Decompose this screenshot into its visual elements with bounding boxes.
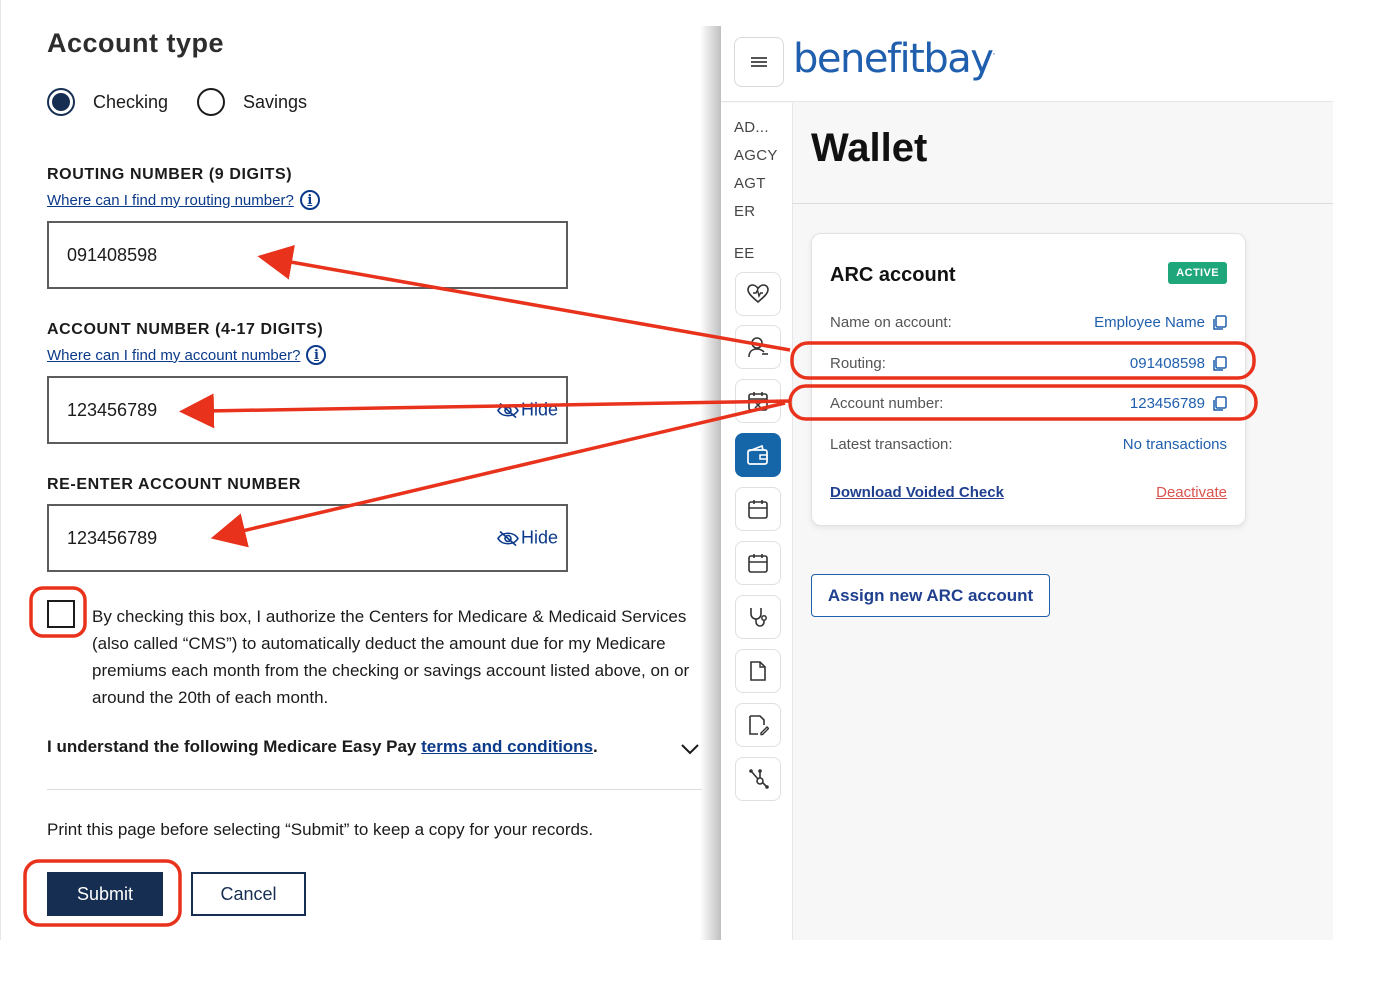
account-hide-toggle[interactable]: Hide — [497, 400, 558, 421]
nav-wallet[interactable] — [735, 433, 781, 477]
copy-icon[interactable] — [1213, 314, 1227, 331]
account-number-value: 123456789 — [67, 399, 158, 420]
heart-icon — [747, 284, 769, 304]
medicare-form-panel: Account type Checking Savings ROUTING NU… — [0, 0, 720, 940]
nav-heart[interactable] — [735, 272, 781, 316]
account-number-input[interactable]: 123456789 Hide — [47, 376, 568, 444]
checking-radio[interactable] — [47, 88, 75, 116]
routing-number-value: 091408598 — [67, 244, 158, 265]
benefitbay-panel: benefitbay· AD... AGCY AGT ER EE Wallet … — [721, 26, 1333, 940]
nav-item-agcy[interactable]: AGCY — [734, 147, 778, 164]
account-help-link[interactable]: Where can I find my account number? i — [47, 345, 327, 365]
document-edit-icon — [749, 715, 769, 736]
account-type-heading: Account type — [47, 28, 225, 58]
reenter-account-value: 123456789 — [67, 527, 158, 548]
brand-name: benefitbay — [793, 36, 994, 82]
nav-hub[interactable] — [735, 757, 781, 801]
card-row-routing: Routing: 091408598 — [830, 355, 1227, 372]
checking-label: Checking — [93, 91, 169, 112]
reenter-account-label: RE-ENTER ACCOUNT NUMBER — [47, 476, 302, 493]
nav-calendar-x[interactable] — [735, 379, 781, 423]
card-row-value: 123456789 — [1130, 395, 1227, 412]
card-title: ARC account — [830, 264, 956, 286]
nav-calendar-2[interactable] — [735, 541, 781, 585]
nav-user[interactable] — [735, 325, 781, 369]
print-note: Print this page before selecting “Submit… — [47, 820, 594, 839]
panel-shadow — [700, 26, 721, 940]
terms-link[interactable]: terms and conditions — [421, 737, 593, 756]
divider — [47, 789, 702, 790]
name-value: Employee Name — [1094, 314, 1205, 331]
assign-arc-account-button[interactable]: Assign new ARC account — [811, 574, 1050, 617]
routing-value: 091408598 — [1129, 355, 1205, 372]
card-row-transaction: Latest transaction: No transactions — [830, 436, 1227, 453]
reenter-hide-label: Hide — [520, 527, 558, 548]
checking-option[interactable]: Checking — [47, 88, 168, 116]
wallet-icon — [747, 444, 768, 465]
stethoscope-icon — [750, 608, 767, 627]
savings-option[interactable]: Savings — [197, 88, 307, 116]
download-voided-check-link[interactable]: Download Voided Check — [830, 484, 1004, 501]
brand-logo: benefitbay· — [793, 36, 995, 82]
card-row-key: Name on account: — [830, 314, 952, 331]
document-icon — [750, 661, 766, 681]
eye-slash-icon — [497, 530, 519, 546]
nav-item-er[interactable]: ER — [734, 203, 755, 220]
account-value: 123456789 — [1129, 395, 1205, 412]
card-row-value: No transactions — [1122, 436, 1227, 453]
cancel-button[interactable]: Cancel — [191, 872, 306, 916]
routing-help-text: Where can I find my routing number? — [47, 191, 294, 209]
routing-help-link[interactable]: Where can I find my routing number? i — [47, 190, 320, 210]
info-icon: i — [306, 345, 327, 365]
account-number-label: ACCOUNT NUMBER (4-17 DIGITS) — [47, 321, 324, 338]
card-row-value: 091408598 — [1130, 355, 1227, 372]
title-divider — [793, 203, 1333, 204]
card-row-name: Name on account: Employee Name — [830, 314, 1227, 331]
nav-item-ad[interactable]: AD... — [734, 119, 769, 136]
savings-label: Savings — [243, 91, 308, 112]
hamburger-menu-icon[interactable] — [734, 37, 784, 87]
info-icon: i — [299, 190, 320, 210]
card-row-key: Latest transaction: — [830, 436, 953, 453]
card-row-key: Routing: — [830, 355, 886, 372]
nav-document-edit[interactable] — [735, 703, 781, 747]
hub-icon — [749, 769, 769, 789]
top-bar: benefitbay· — [721, 26, 1333, 102]
deactivate-link[interactable]: Deactivate — [1156, 484, 1227, 501]
user-icon — [748, 337, 768, 358]
calendar-x-icon — [748, 392, 768, 411]
routing-number-input[interactable]: 091408598 — [47, 221, 568, 289]
account-hide-label: Hide — [520, 399, 558, 420]
side-nav: AD... AGCY AGT ER EE — [721, 103, 793, 940]
terms-row: I understand the following Medicare Easy… — [47, 737, 598, 757]
card-row-account: Account number: 123456789 — [830, 395, 1227, 412]
routing-number-label: ROUTING NUMBER (9 DIGITS) — [47, 166, 293, 183]
chevron-down-icon[interactable] — [679, 738, 701, 760]
nav-item-agt[interactable]: AGT — [734, 175, 766, 192]
status-badge: ACTIVE — [1168, 262, 1227, 284]
nav-stethoscope[interactable] — [735, 595, 781, 639]
calendar-icon — [748, 554, 768, 573]
submit-button[interactable]: Submit — [47, 872, 163, 916]
page-title: Wallet — [811, 126, 928, 170]
copy-icon[interactable] — [1213, 355, 1227, 372]
consent-text: By checking this box, I authorize the Ce… — [92, 607, 690, 707]
copy-icon[interactable] — [1213, 395, 1227, 412]
savings-radio[interactable] — [197, 88, 225, 116]
calendar-icon — [748, 500, 768, 519]
nav-document[interactable] — [735, 649, 781, 693]
brand-mark: · — [992, 49, 995, 61]
terms-suffix: . — [593, 737, 598, 756]
nav-calendar-1[interactable] — [735, 487, 781, 531]
arc-account-card: ARC account ACTIVE Name on account: Empl… — [811, 233, 1246, 526]
nav-item-ee[interactable]: EE — [734, 245, 755, 262]
eye-slash-icon — [497, 402, 519, 418]
terms-prefix: I understand the following Medicare Easy… — [47, 737, 417, 756]
consent-checkbox[interactable] — [47, 600, 75, 628]
card-row-key: Account number: — [830, 395, 944, 412]
reenter-hide-toggle[interactable]: Hide — [497, 528, 558, 549]
account-help-text: Where can I find my account number? — [47, 346, 301, 364]
card-row-value: Employee Name — [1094, 314, 1227, 331]
reenter-account-input[interactable]: 123456789 Hide — [47, 504, 568, 572]
